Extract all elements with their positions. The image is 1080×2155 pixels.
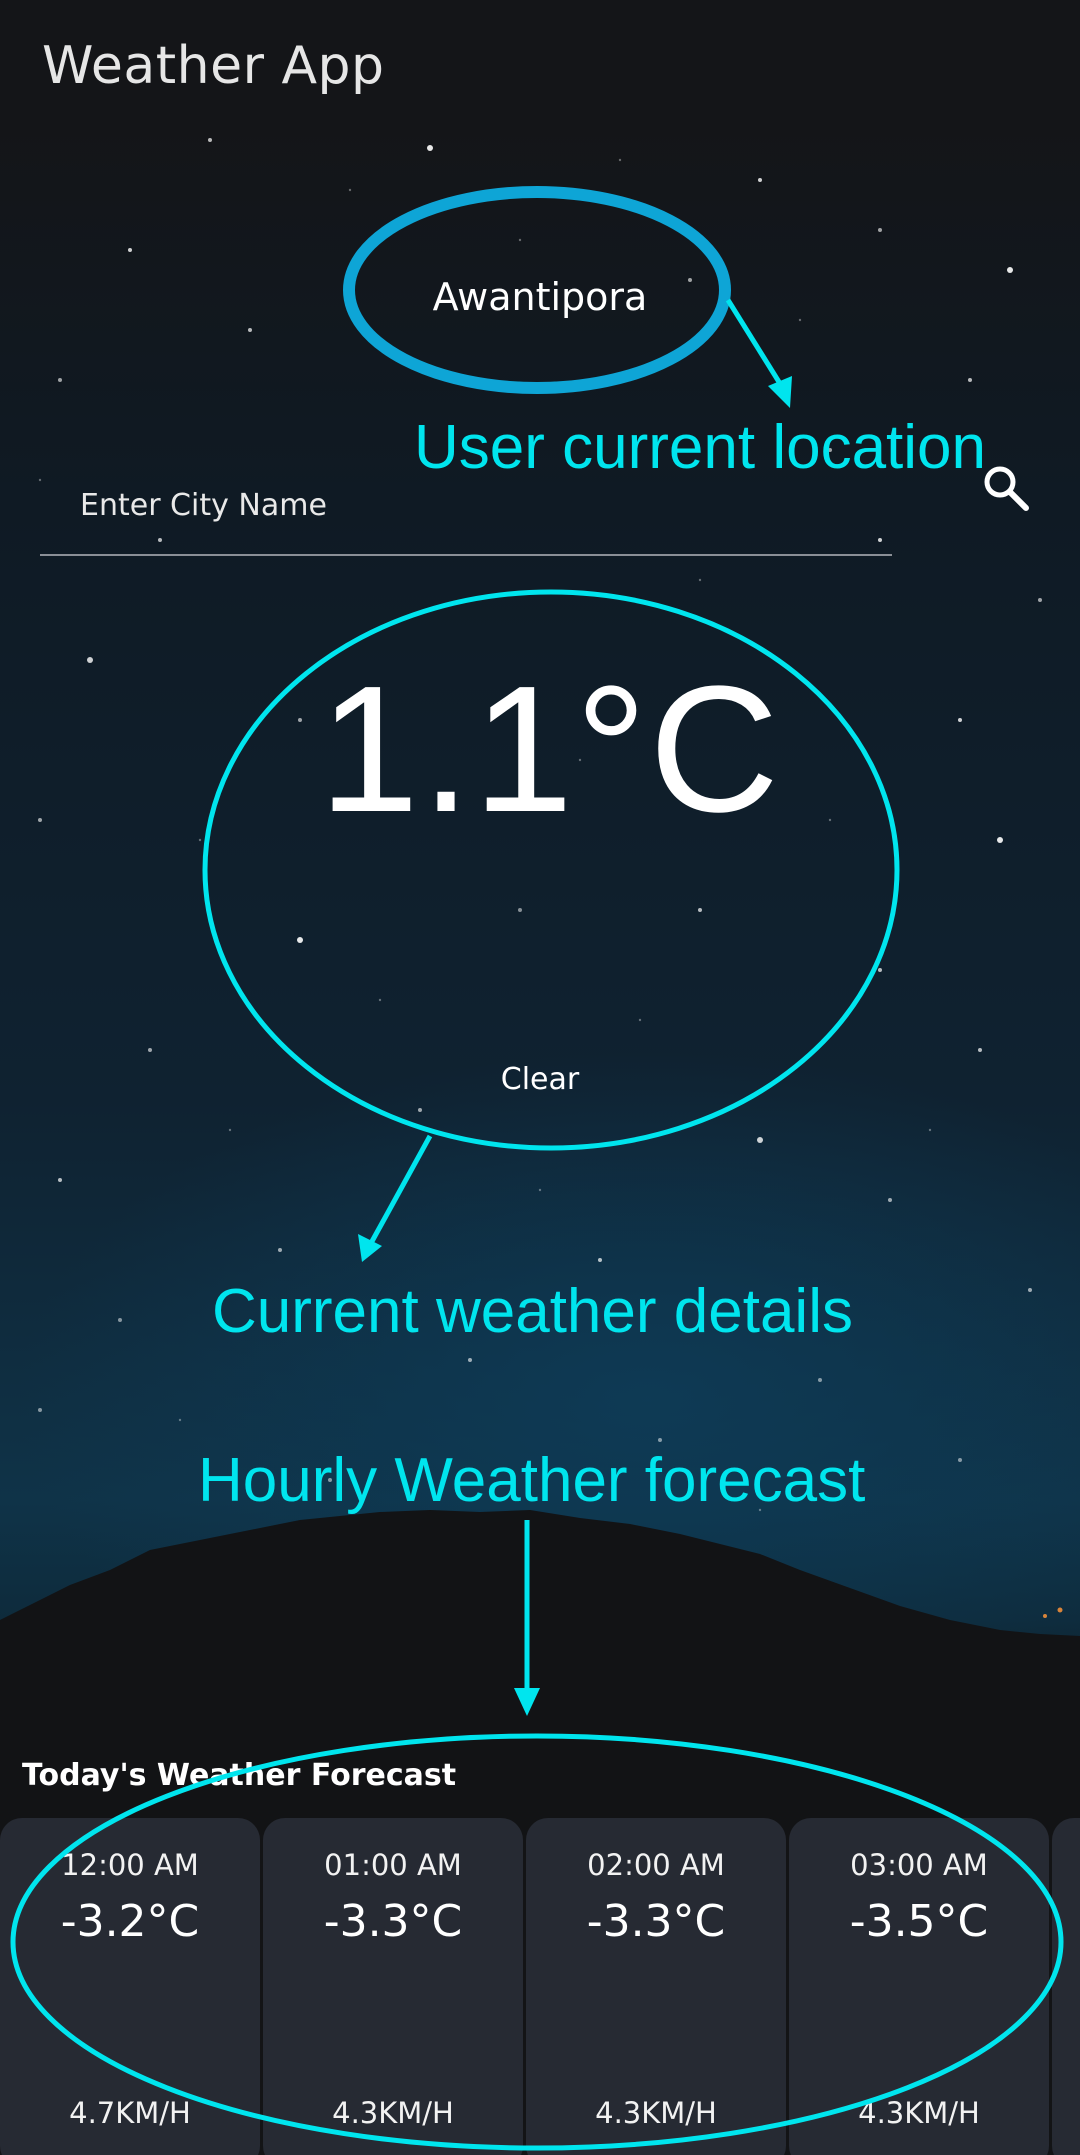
forecast-wind-speed: 4.3KM/H [332, 2096, 454, 2130]
moon-icon [912, 1996, 922, 2016]
forecast-card: 01:00 AM -3.3°C 4.3KM/H [263, 1818, 523, 2155]
weather-condition: Clear [500, 1062, 580, 1097]
moon-icon [649, 1996, 659, 2016]
current-location: Awantipora [432, 275, 648, 319]
forecast-time: 03:00 AM [850, 1848, 988, 1882]
forecast-temperature: -3.3°C [586, 1896, 726, 1947]
forecast-card: 02:00 AM -3.3°C 4.3KM/H [526, 1818, 786, 2155]
annotation-location: User current location [414, 413, 987, 482]
forecast-time: 01:00 AM [324, 1848, 462, 1882]
forecast-temperature: -3.3°C [323, 1896, 463, 1947]
annotation-hourly: Hourly Weather forecast [198, 1446, 866, 1515]
forecast-time: 02:00 AM [587, 1848, 725, 1882]
forecast-temperature: -3.2°C [60, 1896, 200, 1947]
forecast-card: 12:00 AM -3.2°C 4.7KM/H [0, 1818, 260, 2155]
forecast-card-partial [1052, 1818, 1080, 2155]
app-title: Weather App [42, 36, 385, 96]
moon-icon [386, 1996, 396, 2016]
annotation-current: Current weather details [212, 1277, 853, 1346]
forecast-time: 12:00 AM [61, 1848, 199, 1882]
search-icon[interactable] [980, 462, 1032, 514]
forecast-wind-speed: 4.3KM/H [595, 2096, 717, 2130]
forecast-temperature: -3.5°C [849, 1896, 989, 1947]
hourly-forecast-list[interactable]: 12:00 AM -3.2°C 4.7KM/H 01:00 AM -3.3°C … [0, 1818, 1080, 2155]
forecast-wind-speed: 4.3KM/H [858, 2096, 980, 2130]
forecast-card: 03:00 AM -3.5°C 4.3KM/H [789, 1818, 1049, 2155]
current-temperature: 1.1°C [318, 649, 782, 850]
moon-icon [533, 964, 543, 984]
forecast-wind-speed: 4.7KM/H [69, 2096, 191, 2130]
forecast-title: Today's Weather Forecast [22, 1758, 457, 1793]
moon-icon [123, 1996, 133, 2016]
